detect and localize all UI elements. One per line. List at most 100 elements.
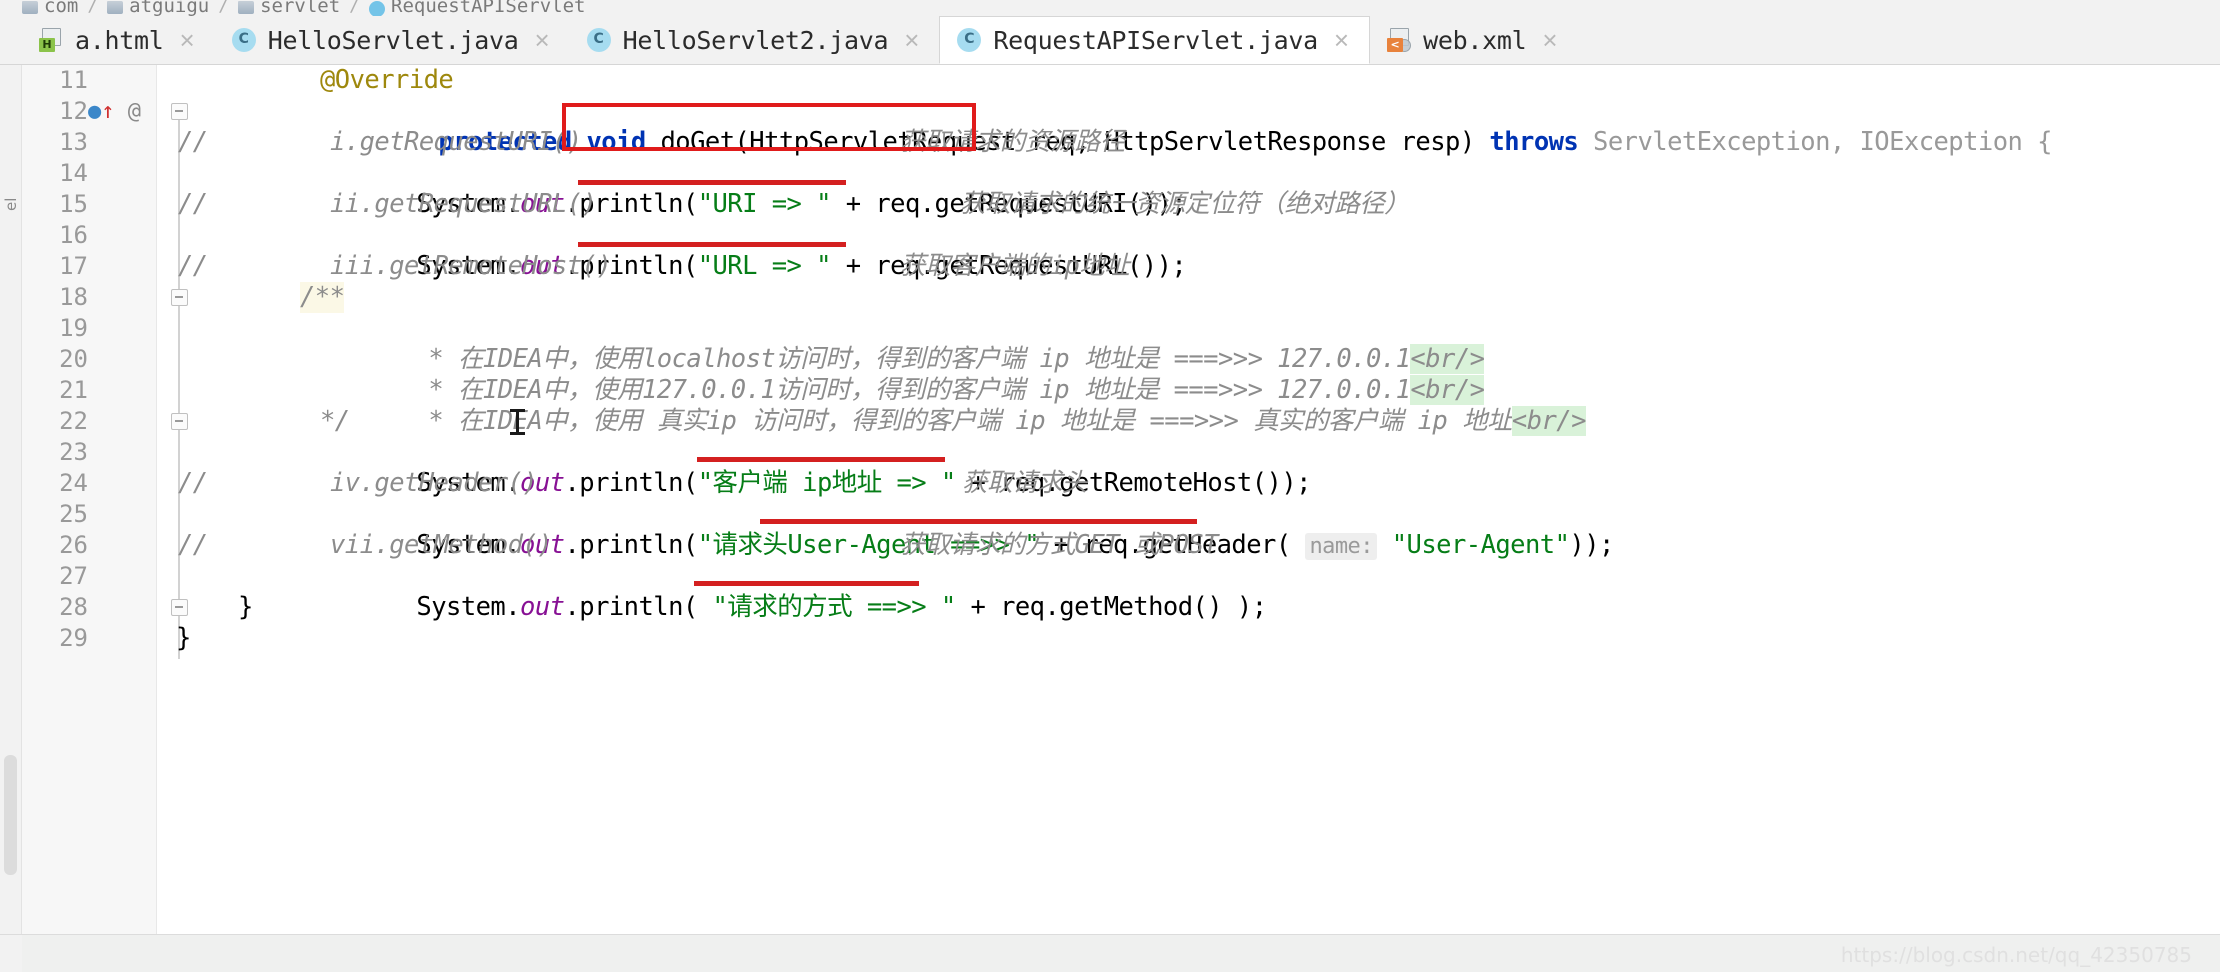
line-number: 26 [59,531,88,559]
code-row[interactable]: 11 @Override [0,65,2220,96]
breadcrumb-item-atguigu[interactable]: atguigu [107,0,209,16]
code-row[interactable]: 14 System.out.println("URI => " + req.ge… [0,158,2220,219]
tab-label: HelloServlet.java [267,25,519,55]
code-token-comment-slashes: // [178,468,208,498]
close-icon[interactable]: × [1542,27,1557,53]
breadcrumb-label: servlet [260,0,341,16]
code-token-comment-note: 获取请求头 [962,468,1087,498]
breadcrumb-label: RequestAPIServlet [391,0,586,16]
code-row[interactable]: 21 * 在IDEA中，使用 真实ip 访问时，得到的客户端 ip 地址是 ==… [0,375,2220,437]
breadcrumb-separator: / [87,0,99,16]
code-row[interactable]: 29 } [0,623,2220,654]
breadcrumb-item-servlet[interactable]: servlet [238,0,340,16]
code-row[interactable]: 24 // iv.getHeader() 获取请求头 [0,468,2220,499]
tab-a-html[interactable]: a.html × [22,16,215,64]
line-number: 17 [59,252,88,280]
breadcrumb-item-requestapiservlet[interactable]: RequestAPIServlet [369,0,585,16]
tab-helloservlet-java[interactable]: HelloServlet.java × [215,16,570,64]
code-row[interactable]: 22 */ [0,406,2220,437]
line-number: 24 [59,469,88,497]
line-number: 20 [59,345,88,373]
code-token-javadoc-open: /** [300,282,345,314]
line-number: 15 [59,190,88,218]
code-row[interactable]: 17 // iii.getRemoteHost() 获取客户端的ip地址 [0,251,2220,282]
line-number: 16 [59,221,88,249]
code-fold-toggle[interactable] [168,592,190,623]
code-token-comment-note: 获取客户端的ip地址 [900,251,1130,281]
code-row[interactable]: 23 System.out.println("客户端 ip地址 => " + r… [0,437,2220,498]
tab-label: RequestAPIServlet.java [993,25,1318,55]
code-token-comment: vii.getMethod() [330,530,553,560]
code-row[interactable]: 20 * 在IDEA中，使用127.0.0.1访问时，得到的客户端 ip 地址是… [0,344,2220,406]
close-icon[interactable]: × [180,27,195,53]
code-token-comment: i.getRequestURI() [330,127,582,157]
close-icon[interactable]: × [904,27,919,53]
folder-icon [22,1,38,14]
line-number: 22 [59,407,88,435]
line-number: 14 [59,159,88,187]
line-number: 28 [59,593,88,621]
text-cursor-icon [510,409,525,435]
status-bar: https://blog.csdn.net/qq_42350785 [0,934,2220,972]
close-icon[interactable]: × [1334,27,1349,53]
code-token-comment-slashes: // [178,127,208,157]
folder-icon [107,1,124,14]
line-number: 25 [59,500,88,528]
code-row[interactable]: 26 // vii.getMethod() 获取请求的方式GET 或POST [0,530,2220,561]
code-row[interactable]: 27 System.out.println( "请求的方式 ==>> " + r… [0,561,2220,622]
code-row[interactable]: 25 System.out.println("请求头User-Agent ==>… [0,499,2220,561]
code-token-comment-note: 获取请求的方式GET 或POST [900,530,1219,560]
xml-file-icon [1386,27,1412,53]
tab-web-xml[interactable]: web.xml × [1370,16,1577,64]
tab-label: a.html [75,25,164,55]
breadcrumb: com / atguigu / servlet / RequestAPIServ… [0,0,2220,16]
code-token-comment-slashes: // [178,251,208,281]
java-class-icon [369,0,386,16]
code-row[interactable]: 19 * 在IDEA中，使用localhost访问时，得到的客户端 ip 地址是… [0,313,2220,375]
code-token-comment: iii.getRemoteHost() [330,251,612,281]
line-number: 18 [59,283,88,311]
line-number: 19 [59,314,88,342]
breadcrumb-item-com[interactable]: com [22,0,78,16]
line-number: 11 [59,66,88,94]
code-editor[interactable]: el 11 @Override 12 ●↑ @ protected void d… [0,65,2220,972]
breadcrumb-separator: / [218,0,230,16]
code-token-comment-note: 获取请求的资源路径 [900,127,1125,157]
close-icon[interactable]: × [534,27,549,53]
line-number: 29 [59,624,88,652]
breadcrumb-label: com [44,0,79,16]
java-class-icon [956,27,982,53]
tab-label: HelloServlet2.java [622,25,889,55]
html-file-icon [38,27,64,53]
line-number: 23 [59,438,88,466]
vertical-scrollbar-thumb[interactable] [4,755,17,875]
breadcrumb-label: atguigu [129,0,210,16]
code-row[interactable]: 18 /** [0,282,2220,314]
tab-helloservlet2-java[interactable]: HelloServlet2.java × [570,16,940,64]
folder-icon [238,1,255,14]
code-fold-toggle[interactable] [168,96,190,127]
line-number: 12 [59,97,88,125]
gutter-override-marker[interactable]: ●↑ @ [88,96,152,127]
code-token-brace: } [176,623,191,653]
code-token-brace: } [238,592,253,622]
breadcrumb-separator: / [349,0,361,16]
code-row[interactable]: 12 ●↑ @ protected void doGet(HttpServlet… [0,96,2220,157]
tab-label: web.xml [1423,25,1527,55]
idea-editor-window: com / atguigu / servlet / RequestAPIServ… [0,0,2220,972]
code-row[interactable]: 28 } [0,592,2220,623]
code-row[interactable]: 16 System.out.println("URL => " + req.ge… [0,220,2220,281]
status-bar-left-edge [0,935,22,972]
code-token-annotation: @Override [320,65,454,95]
code-fold-toggle[interactable] [168,406,190,437]
code-token-comment-slashes: // [178,530,208,560]
tab-requestapiservlet-java[interactable]: RequestAPIServlet.java × [939,16,1371,64]
code-token-comment-note: 获取请求的统一资源定位符（绝对路径） [960,189,1410,219]
code-row[interactable]: 13 // i.getRequestURI() 获取请求的资源路径 [0,127,2220,158]
editor-tab-bar: a.html × HelloServlet.java × HelloServle… [0,16,2220,65]
code-fold-toggle[interactable] [168,282,190,313]
line-number: 27 [59,562,88,590]
code-token-comment: iv.getHeader() [330,468,538,498]
code-row[interactable]: 15 // ii.getRequestURL() 获取请求的统一资源定位符（绝对… [0,189,2220,220]
code-token-javadoc-close: */ [320,406,350,436]
